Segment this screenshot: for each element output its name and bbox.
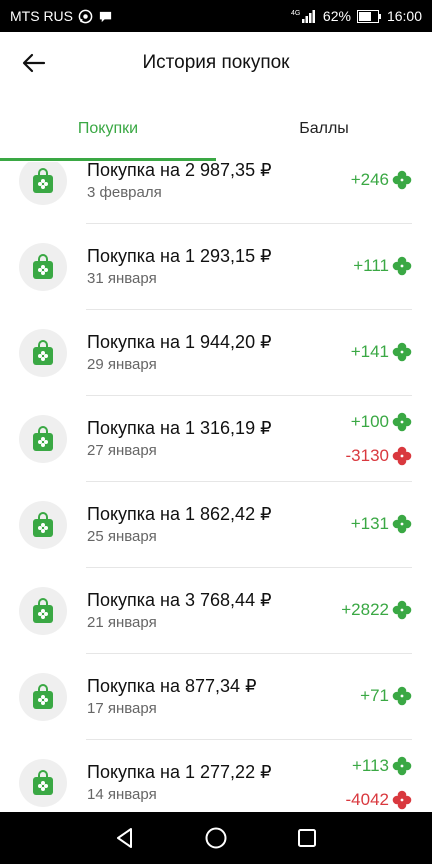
purchase-row[interactable]: Покупка на 1 944,20 ₽ 29 января +141 [0, 310, 432, 396]
purchase-date: 14 января [87, 786, 157, 803]
points-earned: +141 [351, 342, 412, 362]
clover-icon [392, 256, 412, 276]
purchase-row[interactable]: Покупка на 1 316,19 ₽ 27 января +100 -3130 [0, 396, 432, 482]
points-earned: +111 [353, 256, 412, 276]
shopping-bag-icon [19, 759, 67, 807]
nav-back-button[interactable] [111, 824, 139, 852]
clover-icon [392, 412, 412, 432]
purchase-date: 31 января [87, 270, 157, 287]
svg-text:4G: 4G [291, 10, 300, 17]
points-spent: -4042 [346, 790, 412, 810]
points-value: +111 [353, 256, 389, 275]
points-value: +2822 [341, 600, 389, 619]
purchase-row[interactable]: Покупка на 3 768,44 ₽ 21 января +2822 [0, 568, 432, 654]
shopping-bag-icon [19, 243, 67, 291]
clover-icon [392, 514, 412, 534]
tab-active-indicator [0, 158, 216, 161]
page-title: История покупок [142, 52, 290, 73]
tab-bar: Покупки Баллы [0, 94, 432, 162]
purchase-title: Покупка на 1 277,22 ₽ [87, 762, 272, 782]
points-value: +141 [350, 342, 389, 361]
purchase-title: Покупка на 2 987,35 ₽ [87, 162, 272, 180]
home-circle-icon [205, 827, 227, 849]
clover-icon [392, 446, 412, 466]
purchase-list[interactable]: Покупка на 2 987,35 ₽3 февраля +246 Покупк… [0, 162, 432, 812]
clover-icon [392, 790, 412, 810]
signal-icon: 4G [291, 8, 317, 24]
shopping-bag-icon [19, 501, 67, 549]
points-value: +100 [350, 412, 389, 431]
purchase-row[interactable]: Покупка на 877,34 ₽ 17 января +71 [0, 654, 432, 740]
chat-bubble-icon [98, 9, 113, 24]
clock: 16:00 [386, 8, 422, 24]
whatsapp-icon [78, 9, 93, 24]
battery-percent: 62% [322, 8, 351, 24]
purchase-title: Покупка на 3 768,44 ₽ [87, 590, 272, 610]
purchase-date: 27 января [87, 442, 157, 459]
points-earned: +131 [351, 514, 412, 534]
purchase-date: 3 февраля [87, 184, 162, 201]
status-bar: MTS RUS 4G 62% 16:00 [0, 0, 432, 32]
shopping-bag-icon [19, 162, 67, 205]
points-earned: +100 [351, 412, 412, 432]
back-triangle-icon [117, 828, 133, 848]
clover-icon [392, 686, 412, 706]
points-value: -4042 [345, 790, 389, 809]
app-header: История покупок [0, 32, 432, 94]
points-earned: +246 [351, 170, 412, 190]
purchase-title: Покупка на 877,34 ₽ [87, 676, 257, 696]
purchase-date: 17 января [87, 700, 157, 717]
system-nav-bar [0, 812, 432, 864]
clover-icon [392, 342, 412, 362]
points-value: +71 [360, 686, 389, 705]
battery-icon [356, 9, 381, 23]
purchase-date: 21 января [87, 614, 157, 631]
points-earned: +2822 [341, 600, 412, 620]
points-spent: -3130 [346, 446, 412, 466]
purchase-row[interactable]: Покупка на 1 862,42 ₽ 25 января +131 [0, 482, 432, 568]
purchase-row[interactable]: Покупка на 1 277,22 ₽ 14 января +113 -4042 [0, 740, 432, 812]
nav-home-button[interactable] [202, 824, 230, 852]
purchase-title: Покупка на 1 862,42 ₽ [87, 504, 272, 524]
carrier-label: MTS RUS [10, 8, 73, 24]
purchase-title: Покупка на 1 944,20 ₽ [87, 332, 272, 352]
shopping-bag-icon [19, 329, 67, 377]
points-value: +246 [350, 170, 389, 189]
clover-icon [392, 170, 412, 190]
purchase-date: 25 января [87, 528, 157, 545]
clover-icon [392, 600, 412, 620]
purchase-row[interactable]: Покупка на 2 987,35 ₽ 3 февраля +246 [0, 162, 432, 224]
points-value: +113 [351, 756, 389, 775]
clover-icon [392, 756, 412, 776]
recents-square-icon [297, 829, 316, 847]
screen: MTS RUS 4G 62% 16:00 История покупок Пок… [0, 0, 432, 864]
points-value: -3130 [345, 446, 389, 465]
purchase-row[interactable]: Покупка на 1 293,15 ₽ 31 января +111 [0, 224, 432, 310]
shopping-bag-icon [19, 587, 67, 635]
tab-points[interactable]: Баллы [216, 120, 432, 138]
nav-recents-button[interactable] [293, 824, 321, 852]
points-earned: +113 [352, 756, 412, 776]
points-earned: +71 [360, 686, 412, 706]
purchase-date: 29 января [87, 356, 157, 373]
shopping-bag-icon [19, 673, 67, 721]
purchase-title: Покупка на 1 316,19 ₽ [87, 418, 272, 438]
shopping-bag-icon [19, 415, 67, 463]
purchase-title: Покупка на 1 293,15 ₽ [87, 246, 272, 266]
points-value: +131 [350, 514, 389, 533]
tab-purchases[interactable]: Покупки [0, 120, 216, 138]
